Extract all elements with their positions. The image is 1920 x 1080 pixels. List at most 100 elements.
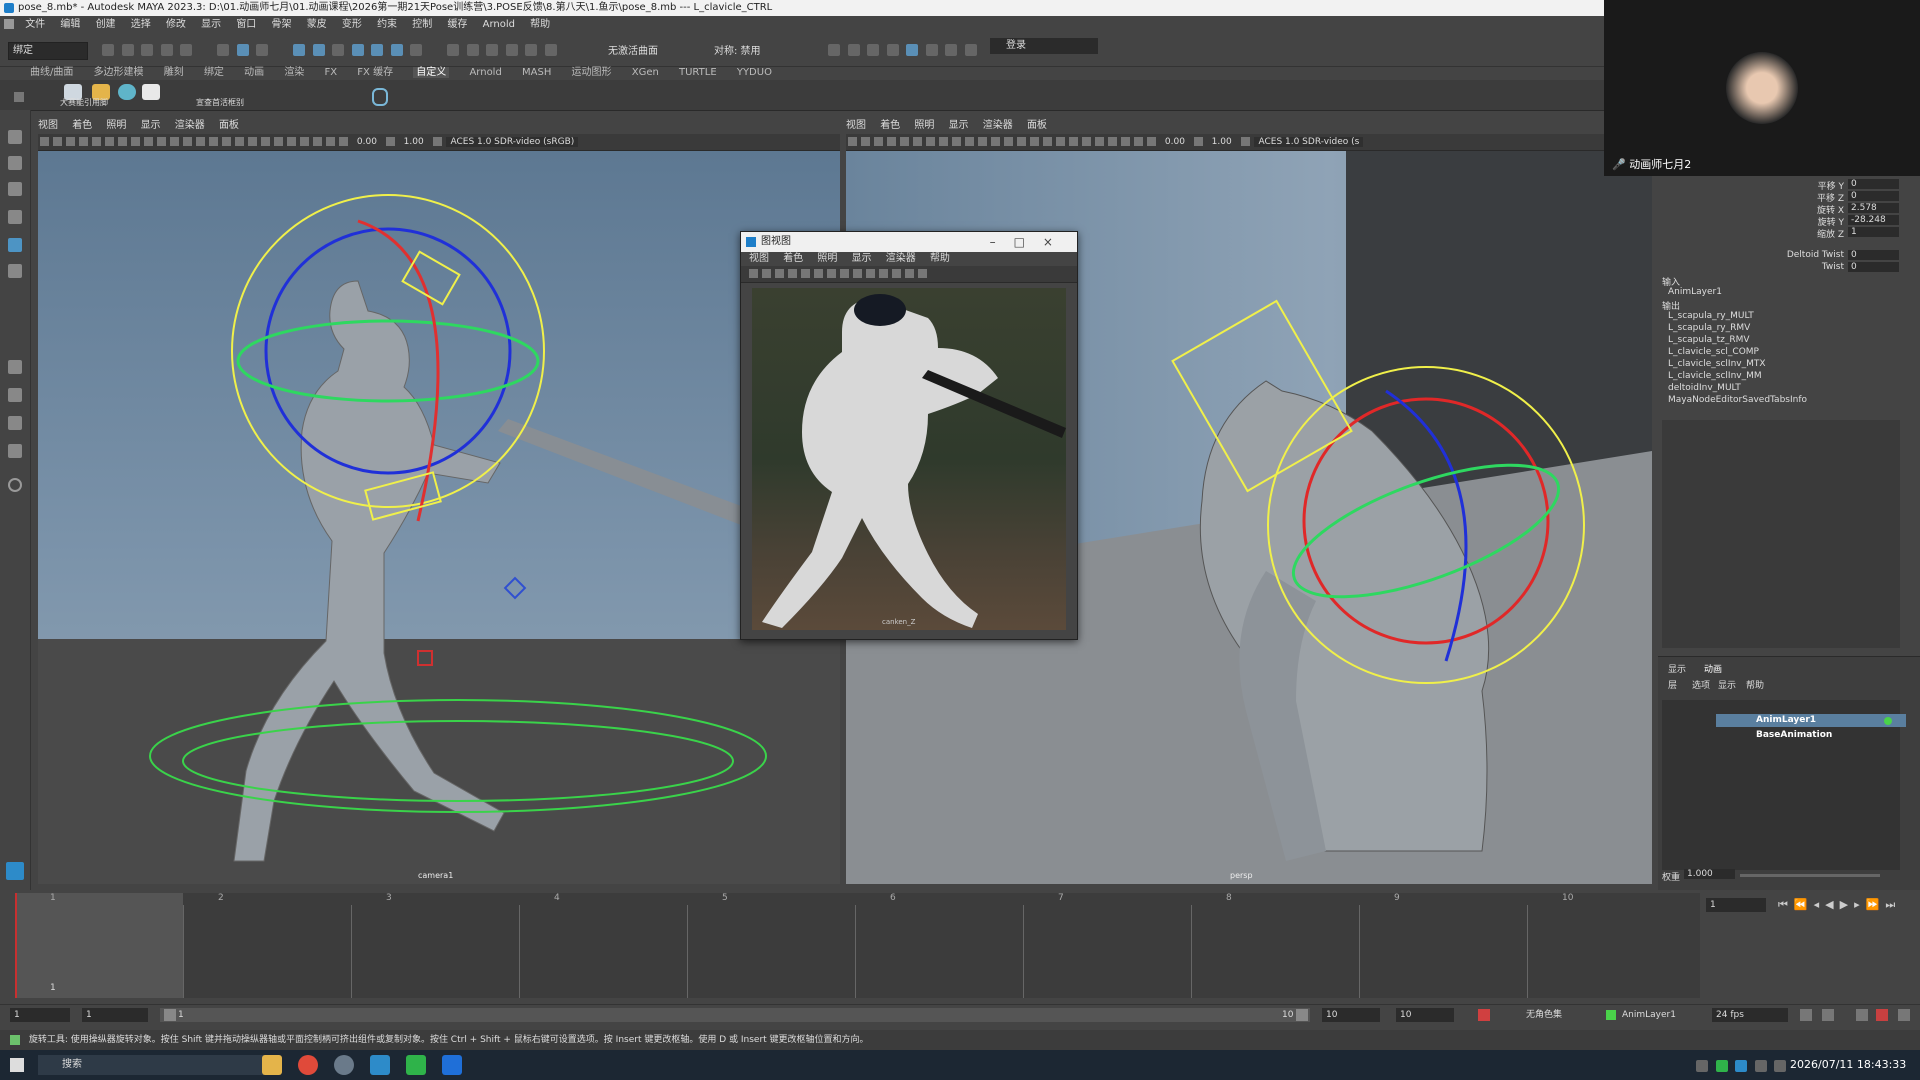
snap-curve-icon[interactable]: [466, 44, 479, 56]
bookmark-icon[interactable]: [66, 137, 75, 146]
input-node[interactable]: AnimLayer1: [1668, 287, 1722, 297]
channel-label[interactable]: Deltoid Twist: [1758, 250, 1844, 260]
bookmark-icon[interactable]: [775, 269, 784, 278]
channel-value[interactable]: 0: [1848, 191, 1899, 201]
animation-prefs-icon[interactable]: [1898, 1009, 1910, 1021]
camera-attr-icon[interactable]: [861, 137, 870, 146]
resolution-gate-icon[interactable]: [827, 269, 836, 278]
camera-attr-icon[interactable]: [762, 269, 771, 278]
vp-menu-panels[interactable]: 面板: [1027, 120, 1047, 131]
vp-menu-view[interactable]: 视图: [38, 120, 58, 131]
camera-icon[interactable]: [40, 137, 49, 146]
vp-menu-shading[interactable]: 着色: [72, 120, 92, 131]
fps-dropdown[interactable]: 24 fps: [1712, 1008, 1788, 1022]
channel-value[interactable]: 2.578: [1848, 203, 1899, 213]
redo-icon[interactable]: [180, 44, 192, 56]
shadows-icon[interactable]: [1043, 137, 1052, 146]
character-set-dropdown[interactable]: 无角色集: [1526, 1008, 1562, 1022]
tray-wechat-icon[interactable]: [1715, 1060, 1728, 1072]
arnold-render-icon[interactable]: [925, 44, 938, 56]
layer-active-indicator-icon[interactable]: [1884, 717, 1892, 725]
image-plane-icon[interactable]: [79, 137, 88, 146]
playback-prefs-icon[interactable]: [1876, 1009, 1888, 1021]
menu-display[interactable]: 显示: [201, 19, 221, 30]
vp-menu-view[interactable]: 视图: [846, 120, 866, 131]
step-back-frame-icon[interactable]: ◂: [1814, 898, 1826, 911]
default-material-icon[interactable]: [1004, 137, 1013, 146]
menu-deform[interactable]: 变形: [342, 19, 362, 30]
layer-menu-show[interactable]: 显示: [1718, 678, 1736, 691]
vp-menu-shading[interactable]: 着色: [783, 253, 803, 264]
layer-weight-slider[interactable]: [1740, 874, 1880, 877]
select-component-icon[interactable]: [256, 44, 268, 56]
safe-action-icon[interactable]: [157, 137, 166, 146]
cube-tool-icon[interactable]: [142, 84, 160, 100]
shadows-icon[interactable]: [235, 137, 244, 146]
smooth-shade-icon[interactable]: [991, 137, 1000, 146]
gate-mask-icon[interactable]: [131, 137, 140, 146]
layer-row-animlayer1[interactable]: AnimLayer1: [1716, 714, 1906, 727]
tray-network-icon[interactable]: [1754, 1060, 1767, 1072]
channel-value[interactable]: 0: [1848, 262, 1899, 272]
sphere-tool-icon[interactable]: [118, 84, 136, 100]
wireframe-icon[interactable]: [978, 137, 987, 146]
menuset-dropdown[interactable]: 绑定: [8, 42, 88, 60]
gamma-icon[interactable]: [385, 137, 395, 146]
shelf-tab-active[interactable]: 自定义: [413, 67, 450, 78]
scene-start-field[interactable]: 1: [10, 1008, 70, 1022]
taskbar-clock[interactable]: 2026/07/11 18:43:33: [1790, 1058, 1906, 1071]
output-node[interactable]: L_clavicle_sclInv_MM: [1668, 371, 1762, 381]
vp-menu-lighting[interactable]: 照明: [817, 253, 837, 264]
resolution-gate-icon[interactable]: [926, 137, 935, 146]
shelf-tab[interactable]: FX: [325, 67, 338, 78]
field-chart-icon[interactable]: [952, 137, 961, 146]
exposure-value[interactable]: 0.00: [357, 137, 377, 147]
playback-end-field[interactable]: 10: [1322, 1008, 1380, 1022]
vp-menu-help[interactable]: 帮助: [930, 253, 950, 264]
safe-action-icon[interactable]: [965, 137, 974, 146]
snap-view-icon[interactable]: [505, 44, 518, 56]
snap-grid-icon[interactable]: [447, 44, 459, 56]
shelf-tab[interactable]: YYDUO: [737, 67, 772, 78]
color-management-icon[interactable]: [1240, 137, 1250, 146]
isolate-icon[interactable]: [1095, 137, 1104, 146]
color-management-icon[interactable]: [432, 137, 442, 146]
channel-value[interactable]: 0: [1848, 179, 1899, 189]
shadows-icon[interactable]: [905, 269, 914, 278]
play-backward-icon[interactable]: ◀: [1825, 898, 1839, 911]
default-material-icon[interactable]: [196, 137, 205, 146]
select-hierarchy-icon[interactable]: [217, 44, 229, 56]
single-view-icon[interactable]: [8, 360, 22, 374]
view-transform-dropdown[interactable]: ACES 1.0 SDR-video (s: [1254, 137, 1364, 147]
paint-select-icon[interactable]: [8, 182, 22, 196]
gamma-icon[interactable]: [1193, 137, 1203, 146]
shelf-tab[interactable]: FX 缓存: [357, 67, 393, 78]
aa-icon[interactable]: [1069, 137, 1078, 146]
menu-cache[interactable]: 缓存: [447, 19, 467, 30]
menu-file[interactable]: 文件: [25, 19, 45, 30]
bookmark-icon[interactable]: [874, 137, 883, 146]
textured-icon[interactable]: [209, 137, 218, 146]
current-frame-highlight[interactable]: [15, 893, 183, 998]
render-settings-icon[interactable]: [886, 44, 899, 56]
mask-surfaces-icon[interactable]: [332, 44, 344, 56]
textured-icon[interactable]: [879, 269, 888, 278]
exposure-icon[interactable]: [1147, 137, 1156, 146]
shelf-tab[interactable]: 绑定: [204, 67, 224, 78]
menu-create[interactable]: 创建: [96, 19, 116, 30]
new-scene-icon[interactable]: [102, 44, 114, 56]
shelf-tab[interactable]: 渲染: [284, 67, 304, 78]
grid-icon[interactable]: [900, 137, 909, 146]
render-frame-icon[interactable]: [847, 44, 860, 56]
output-node[interactable]: deltoidInv_MULT: [1668, 383, 1741, 393]
menu-select[interactable]: 选择: [131, 19, 151, 30]
menu-constrain[interactable]: 约束: [377, 19, 397, 30]
vp-menu-lighting[interactable]: 照明: [106, 120, 126, 131]
cache-playback-icon[interactable]: [1822, 1009, 1834, 1021]
vp-menu-renderer[interactable]: 渲染器: [886, 253, 916, 264]
range-end-handle[interactable]: [1296, 1009, 1308, 1021]
layer-weight-field[interactable]: 1.000: [1684, 869, 1735, 879]
dof-icon[interactable]: [1082, 137, 1091, 146]
current-frame-field[interactable]: 1: [1706, 898, 1766, 912]
meeting-app-icon[interactable]: [442, 1055, 462, 1075]
